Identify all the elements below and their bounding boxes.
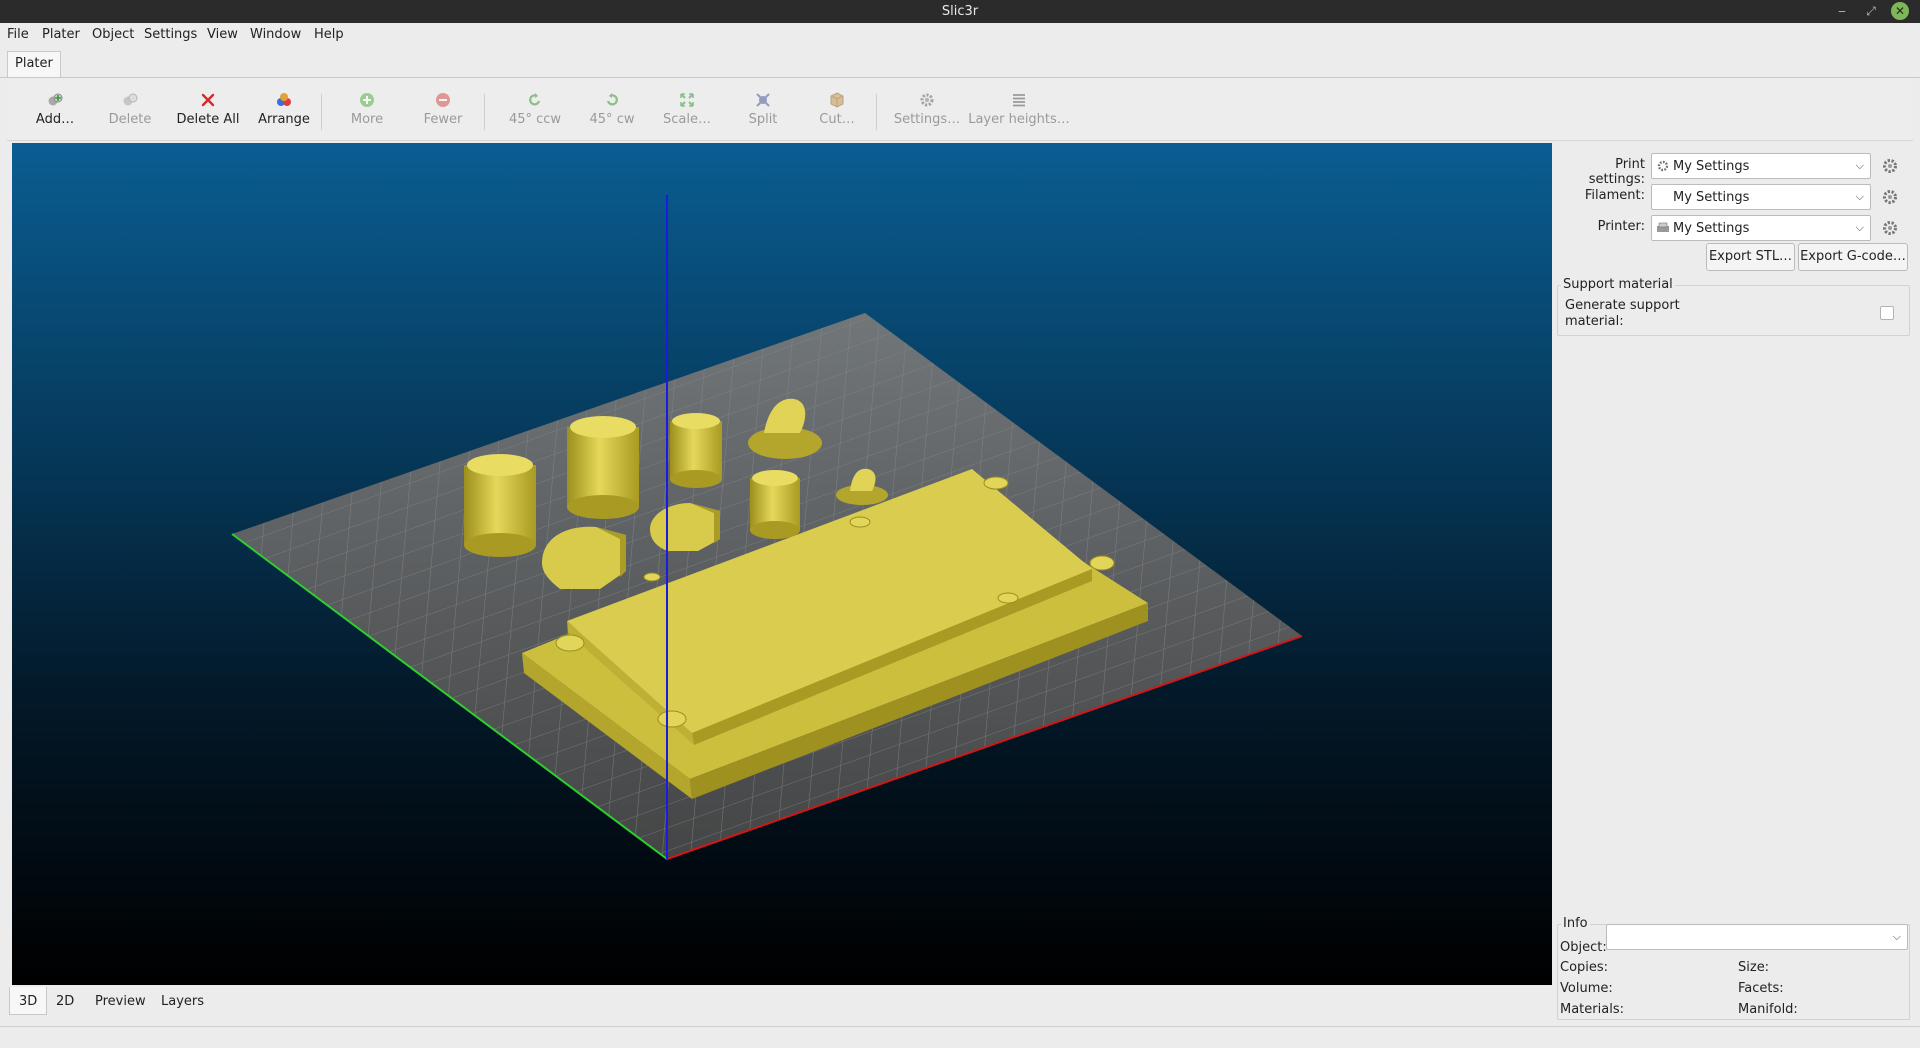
maximize-icon[interactable]: ⤢ <box>1862 2 1880 20</box>
menu-help[interactable]: Help <box>314 27 344 42</box>
printer-icon <box>1657 222 1669 232</box>
menu-settings[interactable]: Settings <box>144 27 197 42</box>
printer-edit-icon[interactable] <box>1881 219 1899 237</box>
split-icon <box>756 93 770 107</box>
print-settings-gear-icon <box>1657 160 1669 172</box>
print-settings-label: Print settings: <box>1588 157 1645 187</box>
chevron-down-icon: ⌵ <box>1855 190 1864 203</box>
scale-icon <box>680 93 694 107</box>
support-material-title: Support material <box>1561 277 1675 292</box>
tab-plater[interactable]: Plater <box>7 51 61 77</box>
3d-scene[interactable] <box>12 143 1552 985</box>
facets-label: Facets: <box>1738 981 1784 996</box>
add-button[interactable]: Add… <box>23 79 87 141</box>
export-stl-button[interactable]: Export STL… <box>1706 243 1795 271</box>
rotate-ccw-icon <box>529 93 541 106</box>
generate-support-checkbox[interactable] <box>1880 306 1894 320</box>
generate-support-label: Generate support <box>1565 298 1680 313</box>
chevron-down-icon: ⌵ <box>1892 930 1901 943</box>
volume-label: Volume: <box>1560 981 1613 996</box>
fewer-button[interactable]: Fewer <box>411 79 475 141</box>
materials-label: Materials: <box>1560 1002 1624 1017</box>
delete-object-icon <box>123 93 138 106</box>
main-tabs: Plater <box>0 48 1920 78</box>
model-knob[interactable] <box>670 413 722 488</box>
more-button[interactable]: More <box>335 79 399 141</box>
menu-bar: File Plater Object Settings View Window … <box>0 23 1920 47</box>
printer-combo[interactable]: My Settings ⌵ <box>1651 215 1871 241</box>
size-label: Size: <box>1738 960 1770 975</box>
layer-heights-icon <box>1013 94 1025 107</box>
model-knob[interactable] <box>567 416 639 519</box>
menu-window[interactable]: Window <box>250 27 301 42</box>
generate-support-label-2: material: <box>1565 314 1624 329</box>
layer-heights-button[interactable]: Layer heights… <box>966 79 1072 141</box>
delete-all-button[interactable]: Delete All <box>167 79 249 141</box>
3d-viewport[interactable] <box>12 143 1552 985</box>
object-label: Object: <box>1560 940 1607 955</box>
menu-view[interactable]: View <box>207 27 238 42</box>
rotate-ccw-button[interactable]: 45° ccw <box>497 79 573 141</box>
copies-label: Copies: <box>1560 960 1609 975</box>
filament-label: Filament: <box>1584 188 1645 203</box>
scale-button[interactable]: Scale… <box>654 79 720 141</box>
arrange-icon <box>277 93 291 106</box>
tab-layers[interactable]: Layers <box>152 987 213 1015</box>
rotate-cw-icon <box>606 93 618 106</box>
split-button[interactable]: Split <box>729 79 797 141</box>
title-bar: Slic3r ‒ ⤢ ✕ <box>0 0 1920 23</box>
export-gcode-button[interactable]: Export G-code… <box>1798 243 1908 271</box>
delete-button[interactable]: Delete <box>98 79 162 141</box>
close-icon[interactable]: ✕ <box>1891 2 1909 20</box>
cut-icon <box>830 92 844 108</box>
add-object-icon <box>48 93 63 106</box>
printer-label: Printer: <box>1597 219 1645 234</box>
rotate-cw-button[interactable]: 45° cw <box>577 79 647 141</box>
model-knob[interactable] <box>750 470 800 539</box>
filament-edit-icon[interactable] <box>1881 188 1899 206</box>
arrange-button[interactable]: Arrange <box>249 79 319 141</box>
minimize-icon[interactable]: ‒ <box>1833 2 1851 20</box>
more-icon <box>360 93 374 107</box>
print-settings-combo[interactable]: My Settings ⌵ <box>1651 153 1871 179</box>
menu-plater[interactable]: Plater <box>42 27 80 42</box>
chevron-down-icon: ⌵ <box>1855 159 1864 172</box>
window-title: Slic3r <box>941 4 979 19</box>
object-settings-button[interactable]: Settings… <box>887 79 967 141</box>
toolbar-separator <box>321 94 322 130</box>
model-knob[interactable] <box>464 454 536 557</box>
manifold-label: Manifold: <box>1738 1002 1798 1017</box>
tab-2d[interactable]: 2D <box>47 987 83 1015</box>
plater-toolbar: Add… Delete Delete All Arrange More Fewe… <box>7 79 1913 141</box>
print-settings-edit-icon[interactable] <box>1881 157 1899 175</box>
info-title: Info <box>1561 916 1590 931</box>
toolbar-separator <box>484 94 485 130</box>
tab-preview[interactable]: Preview <box>86 987 155 1015</box>
object-combo[interactable]: ⌵ <box>1606 924 1908 950</box>
chevron-down-icon: ⌵ <box>1855 221 1864 234</box>
status-bar <box>0 1026 1920 1048</box>
tab-3d[interactable]: 3D <box>9 987 48 1015</box>
delete-all-icon <box>201 93 215 107</box>
menu-object[interactable]: Object <box>92 27 134 42</box>
filament-combo[interactable]: My Settings ⌵ <box>1651 184 1871 210</box>
cut-button[interactable]: Cut… <box>803 79 871 141</box>
toolbar-separator <box>876 94 877 130</box>
settings-panel: Print settings: My Settings ⌵ Filament: … <box>1555 143 1915 1020</box>
menu-file[interactable]: File <box>7 27 29 42</box>
gear-icon <box>920 93 934 107</box>
tab-divider <box>0 77 1920 78</box>
fewer-icon <box>436 93 450 107</box>
